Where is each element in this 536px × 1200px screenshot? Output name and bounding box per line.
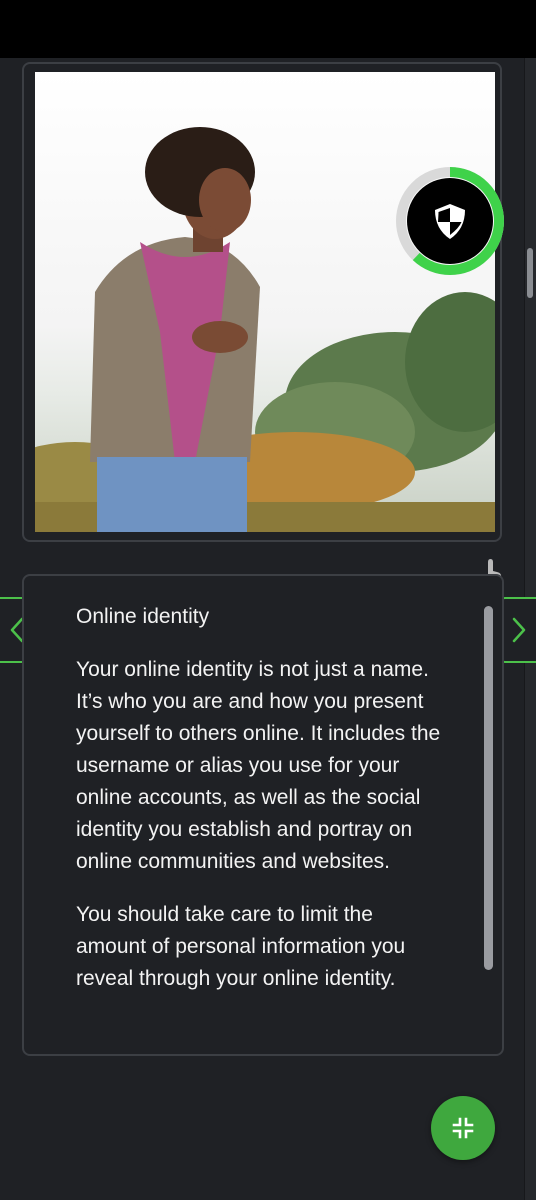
card-scrollbar[interactable] [484, 606, 493, 970]
status-bar [0, 0, 536, 58]
card-paragraph: You should take care to limit the amount… [76, 903, 406, 990]
collapse-icon [452, 1117, 474, 1139]
woman-photo [35, 72, 495, 532]
content-card: Online identity Your online identity is … [22, 574, 504, 1056]
progress-badge[interactable] [395, 166, 505, 276]
card-paragraph: Your online identity is not just a name.… [76, 658, 441, 873]
next-button[interactable] [499, 597, 536, 663]
image-card [22, 62, 502, 586]
chevron-right-icon [512, 617, 525, 643]
card-title: Online identity [76, 605, 210, 628]
collapse-button[interactable] [431, 1096, 495, 1160]
card-body: Your online identity is not just a name.… [76, 654, 446, 1016]
page-scrollbar-thumb[interactable] [527, 248, 533, 298]
